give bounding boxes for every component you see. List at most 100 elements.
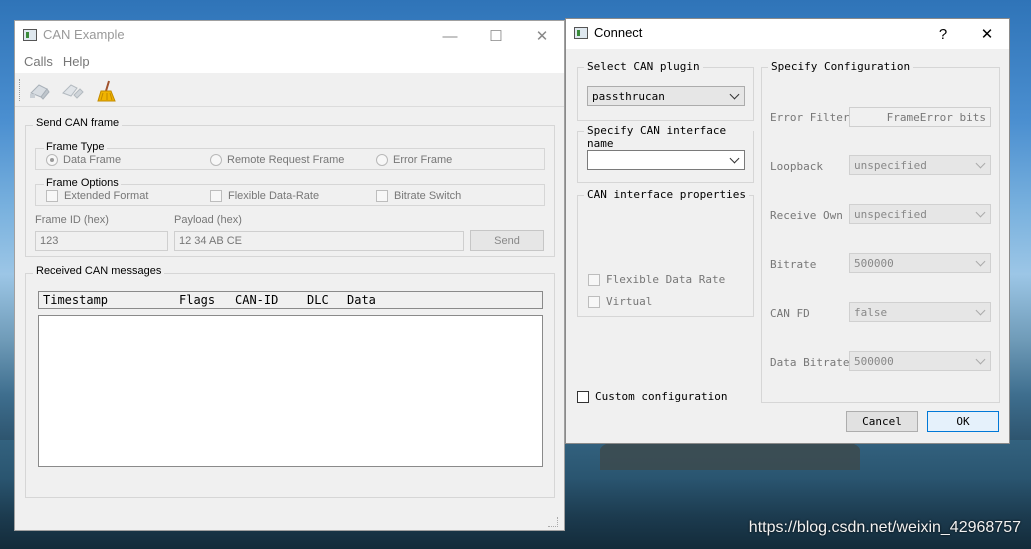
custom-configuration-label: Custom configuration [595, 390, 728, 403]
dialog-title: Connect [594, 25, 643, 40]
check-flexible-data-rate-prop[interactable]: Flexible Data Rate [588, 273, 725, 286]
data-bitrate-select[interactable]: 500000 [849, 351, 991, 371]
check-custom-configuration[interactable]: Custom configuration [577, 390, 727, 403]
chevron-down-icon [975, 305, 986, 316]
configuration-group-title: Specify Configuration [768, 60, 914, 73]
send-can-frame-group: Send CAN frame Frame Type Data Frame Rem… [25, 117, 555, 257]
radio-data-frame-label: Data Frame [63, 154, 122, 166]
chevron-down-icon [975, 354, 986, 365]
chevron-down-icon [975, 207, 986, 218]
connect-icon[interactable] [27, 79, 53, 103]
checkbox-icon [588, 295, 600, 308]
messages-table-header: Timestamp Flags CAN-ID DLC Data [38, 291, 543, 309]
checkbox-icon [376, 190, 388, 202]
bitrate-value: 500000 [854, 257, 894, 270]
maximize-button[interactable]: ☐ [473, 21, 519, 51]
payload-input[interactable]: 12 34 AB CE [174, 231, 464, 251]
frame-options-group: Frame Options Extended Format Flexible D… [35, 177, 545, 206]
frame-type-legend: Frame Type [44, 141, 107, 153]
interface-properties-group: CAN interface properties Flexible Data R… [577, 188, 754, 317]
check-bitrate-switch[interactable]: Bitrate Switch [376, 190, 461, 202]
virtual-label: Virtual [606, 295, 653, 308]
flexible-data-rate-prop-label: Flexible Data Rate [606, 273, 726, 286]
radio-data-frame[interactable]: Data Frame [46, 154, 121, 166]
column-timestamp[interactable]: Timestamp [43, 293, 108, 307]
plugin-group: Select CAN plugin passthrucan [577, 60, 754, 121]
menu-help[interactable]: Help [58, 51, 95, 73]
frame-id-label: Frame ID (hex) [35, 214, 109, 226]
loopback-value: unspecified [854, 159, 927, 172]
help-button[interactable]: ? [920, 19, 966, 49]
receive-own-value: unspecified [854, 208, 927, 221]
radio-error-frame-label: Error Frame [393, 154, 453, 166]
main-titlebar[interactable]: CAN Example — ☐ ✕ [15, 21, 564, 51]
dialog-close-button[interactable]: ✕ [964, 19, 1010, 49]
checkbox-icon [210, 190, 222, 202]
can-fd-label: CAN FD [770, 307, 810, 320]
send-button[interactable]: Send [470, 230, 544, 251]
close-button[interactable]: ✕ [519, 21, 565, 51]
toolbar-grip-icon[interactable] [19, 79, 22, 101]
interface-group: Specify CAN interface name [577, 124, 754, 183]
interface-name-select[interactable] [587, 150, 745, 170]
extended-format-label: Extended Format [64, 190, 149, 202]
chevron-down-icon [975, 158, 986, 169]
column-flags[interactable]: Flags [179, 293, 215, 307]
main-window-title: CAN Example [43, 27, 125, 42]
can-fd-value: false [854, 306, 888, 319]
frame-id-input[interactable]: 123 [35, 231, 168, 251]
radio-remote-request-label: Remote Request Frame [227, 154, 345, 166]
received-group-title: Received CAN messages [33, 265, 165, 277]
receive-own-label: Receive Own [770, 209, 843, 222]
cancel-button[interactable]: Cancel [846, 411, 918, 432]
radio-error-frame[interactable]: Error Frame [376, 154, 452, 166]
radio-dot-icon [210, 154, 222, 166]
minimize-button[interactable]: — [427, 21, 473, 51]
interface-group-title: Specify CAN interface name [584, 124, 753, 150]
error-filter-input[interactable]: FrameError bits [849, 107, 991, 127]
column-dlc[interactable]: DLC [307, 293, 329, 307]
payload-label: Payload (hex) [174, 214, 242, 226]
dialog-titlebar[interactable]: Connect ? ✕ [566, 19, 1009, 49]
clear-icon[interactable] [95, 79, 121, 103]
can-example-window: CAN Example — ☐ ✕ Calls Help Send CAN fr… [14, 20, 565, 531]
bitrate-label: Bitrate [770, 258, 817, 271]
disconnect-icon[interactable] [59, 79, 85, 103]
checkbox-icon [46, 190, 58, 202]
data-bitrate-value: 500000 [854, 355, 894, 368]
status-bar [15, 512, 564, 530]
plugin-select[interactable]: passthrucan [587, 86, 745, 106]
messages-list[interactable] [38, 315, 543, 467]
chevron-down-icon [975, 256, 986, 267]
radio-remote-request-frame[interactable]: Remote Request Frame [210, 154, 344, 166]
toolbar [15, 73, 564, 107]
chevron-down-icon [729, 153, 740, 164]
size-grip-icon[interactable] [548, 517, 558, 527]
bitrate-select[interactable]: 500000 [849, 253, 991, 273]
column-data[interactable]: Data [347, 293, 376, 307]
dialog-app-icon [574, 27, 588, 39]
receive-own-select[interactable]: unspecified [849, 204, 991, 224]
configuration-group: Specify Configuration Error Filter Frame… [761, 60, 1000, 403]
connect-dialog: Connect ? ✕ Select CAN plugin passthruca… [565, 18, 1010, 444]
watermark-text: https://blog.csdn.net/weixin_42968757 [748, 519, 1021, 536]
menubar: Calls Help [15, 51, 564, 73]
checkbox-icon [577, 390, 589, 403]
menu-calls[interactable]: Calls [19, 51, 58, 73]
check-virtual[interactable]: Virtual [588, 295, 652, 308]
app-icon [23, 29, 37, 41]
check-flexible-data-rate[interactable]: Flexible Data-Rate [210, 190, 319, 202]
properties-group-title: CAN interface properties [584, 188, 749, 201]
flexible-data-rate-label: Flexible Data-Rate [228, 190, 320, 202]
data-bitrate-label: Data Bitrate [770, 356, 850, 369]
plugin-select-value: passthrucan [592, 90, 665, 103]
radio-dot-icon [376, 154, 388, 166]
can-fd-select[interactable]: false [849, 302, 991, 322]
radio-dot-icon [46, 154, 58, 166]
check-extended-format[interactable]: Extended Format [46, 190, 148, 202]
ok-button[interactable]: OK [927, 411, 999, 432]
checkbox-icon [588, 273, 600, 286]
loopback-select[interactable]: unspecified [849, 155, 991, 175]
column-can-id[interactable]: CAN-ID [235, 293, 278, 307]
chevron-down-icon [729, 89, 740, 100]
